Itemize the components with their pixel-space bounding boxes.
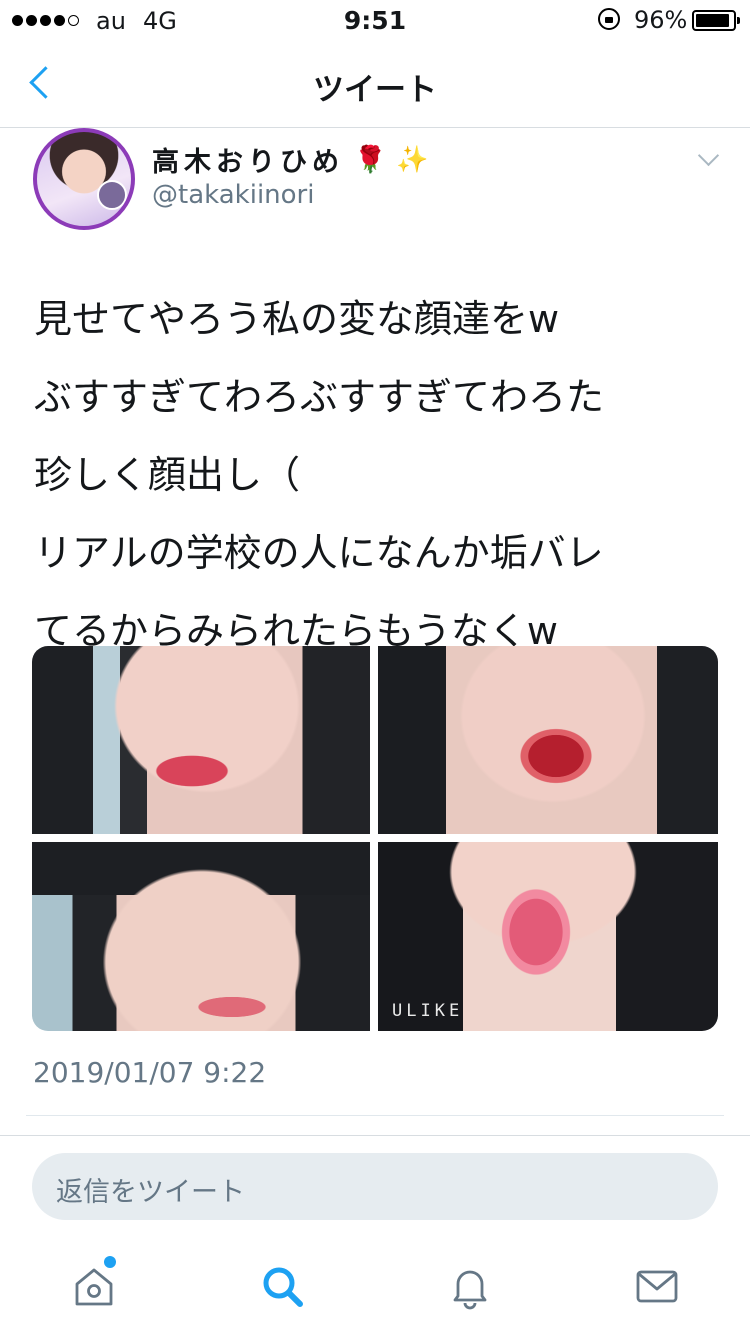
navigation-bar: ツイート — [0, 40, 750, 128]
messages-icon[interactable] — [633, 1262, 681, 1310]
status-bar: au 4G 9:51 96% — [0, 0, 750, 40]
divider — [26, 1115, 724, 1116]
reply-placeholder: 返信をツイート — [56, 1177, 245, 1208]
tweet-photo-2[interactable] — [378, 646, 718, 834]
tweet-timestamp: 2019/01/07 9:22 — [33, 1056, 267, 1089]
tweet-line: 珍しく顔出し（ — [34, 453, 301, 497]
tweet-photo-4[interactable]: ULIKE — [378, 842, 718, 1031]
chevron-down-icon[interactable] — [696, 148, 720, 172]
home-badge-dot — [104, 1256, 116, 1268]
author-name-row: 高木おりひめ 🌹 ✨ — [152, 140, 429, 179]
tweet-photo-1[interactable] — [32, 646, 370, 834]
battery-icon — [692, 10, 740, 31]
sparkles-emoji: ✨ — [396, 144, 429, 175]
home-icon[interactable] — [70, 1262, 118, 1310]
tweet-line: ぶすすぎてわろぶすすぎてわろた — [34, 375, 605, 419]
rose-emoji: 🌹 — [354, 144, 387, 175]
rotation-lock-icon — [598, 8, 620, 30]
tweet-photo-3[interactable] — [32, 842, 370, 1031]
search-icon[interactable] — [258, 1262, 306, 1310]
divider — [0, 1135, 750, 1136]
tweet-line: 見せてやろう私の変な顔達をw — [34, 297, 560, 341]
battery-percent: 96% — [634, 6, 688, 34]
photo-watermark: ULIKE — [392, 1001, 464, 1021]
avatar[interactable] — [33, 128, 135, 230]
tweet-text: 見せてやろう私の変な顔達をw ぶすすぎてわろぶすすぎてわろた 珍しく顔出し（ リ… — [34, 280, 724, 670]
page-title: ツイート — [313, 72, 437, 108]
author-handle[interactable]: @takakiinori — [152, 180, 314, 210]
author-name[interactable]: 高木おりひめ — [152, 140, 344, 179]
reply-input[interactable]: 返信をツイート — [32, 1153, 718, 1220]
media-grid: ULIKE — [32, 646, 718, 1031]
notifications-icon[interactable] — [446, 1262, 494, 1310]
tweet-line: リアルの学校の人になんか垢バレ — [34, 531, 604, 575]
tab-bar — [0, 1240, 750, 1334]
